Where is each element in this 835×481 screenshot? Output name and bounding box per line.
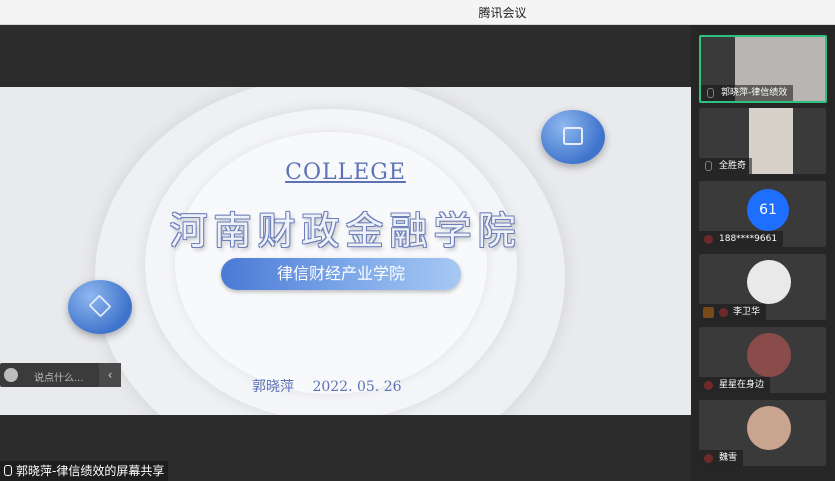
title-bar: 腾讯会议 — [0, 0, 835, 25]
participant-avatar: 61 — [747, 189, 789, 231]
college-heading: COLLEGE — [285, 160, 406, 185]
window-title: 腾讯会议 — [478, 6, 527, 20]
presenter-date-line: 郭晓萍 2022. 05. 26 — [252, 376, 416, 396]
participant-avatar — [747, 260, 791, 304]
participant-name: 全胜奇 — [699, 158, 753, 174]
participant-tile[interactable]: 李卫华 — [699, 254, 826, 320]
chat-placeholder[interactable]: 说点什么... — [34, 369, 84, 384]
shared-screen-area: COLLEGE 河南财政金融学院 律信财经产业学院 郭晓萍 2022. 05. … — [0, 25, 691, 481]
participant-video — [749, 108, 793, 174]
participant-name: 李卫华 — [699, 304, 767, 320]
department-pill: 律信财经产业学院 — [221, 258, 461, 290]
participant-avatar — [747, 333, 791, 377]
participant-name: 星星在身边 — [699, 377, 771, 393]
participant-avatar — [747, 406, 791, 450]
participants-sidebar: 郭晓萍-律信绩效 全胜奇 61 188****9661 李卫华 星星在身边 魏雪 — [691, 25, 835, 481]
collapse-chat-button[interactable]: ‹ — [99, 363, 121, 387]
slide-date: 2022. 05. 26 — [312, 379, 402, 395]
mic-icon — [4, 465, 12, 476]
cube-icon — [88, 294, 112, 318]
presenter-name: 郭晓萍 — [252, 379, 294, 395]
cube-bubble — [68, 280, 132, 334]
screen-share-label: 郭晓萍-律信绩效的屏幕共享 — [16, 464, 165, 478]
emoji-icon[interactable] — [4, 368, 18, 382]
participant-name: 郭晓萍-律信绩效 — [701, 85, 794, 101]
screen-share-banner: 郭晓萍-律信绩效的屏幕共享 — [0, 461, 169, 481]
chat-input-bar[interactable]: 说点什么... ‹ — [0, 363, 121, 387]
participant-tile[interactable]: 全胜奇 — [699, 108, 826, 174]
participant-name: 魏雪 — [699, 450, 744, 466]
participant-tile[interactable]: 61 188****9661 — [699, 181, 826, 247]
clock-icon — [563, 127, 583, 145]
clock-bubble — [541, 110, 605, 164]
participant-tile[interactable]: 星星在身边 — [699, 327, 826, 393]
school-name: 河南财政金融学院 — [169, 209, 522, 253]
participant-tile[interactable]: 魏雪 — [699, 400, 826, 466]
participant-name: 188****9661 — [699, 231, 784, 247]
participant-tile[interactable]: 郭晓萍-律信绩效 — [699, 35, 827, 103]
